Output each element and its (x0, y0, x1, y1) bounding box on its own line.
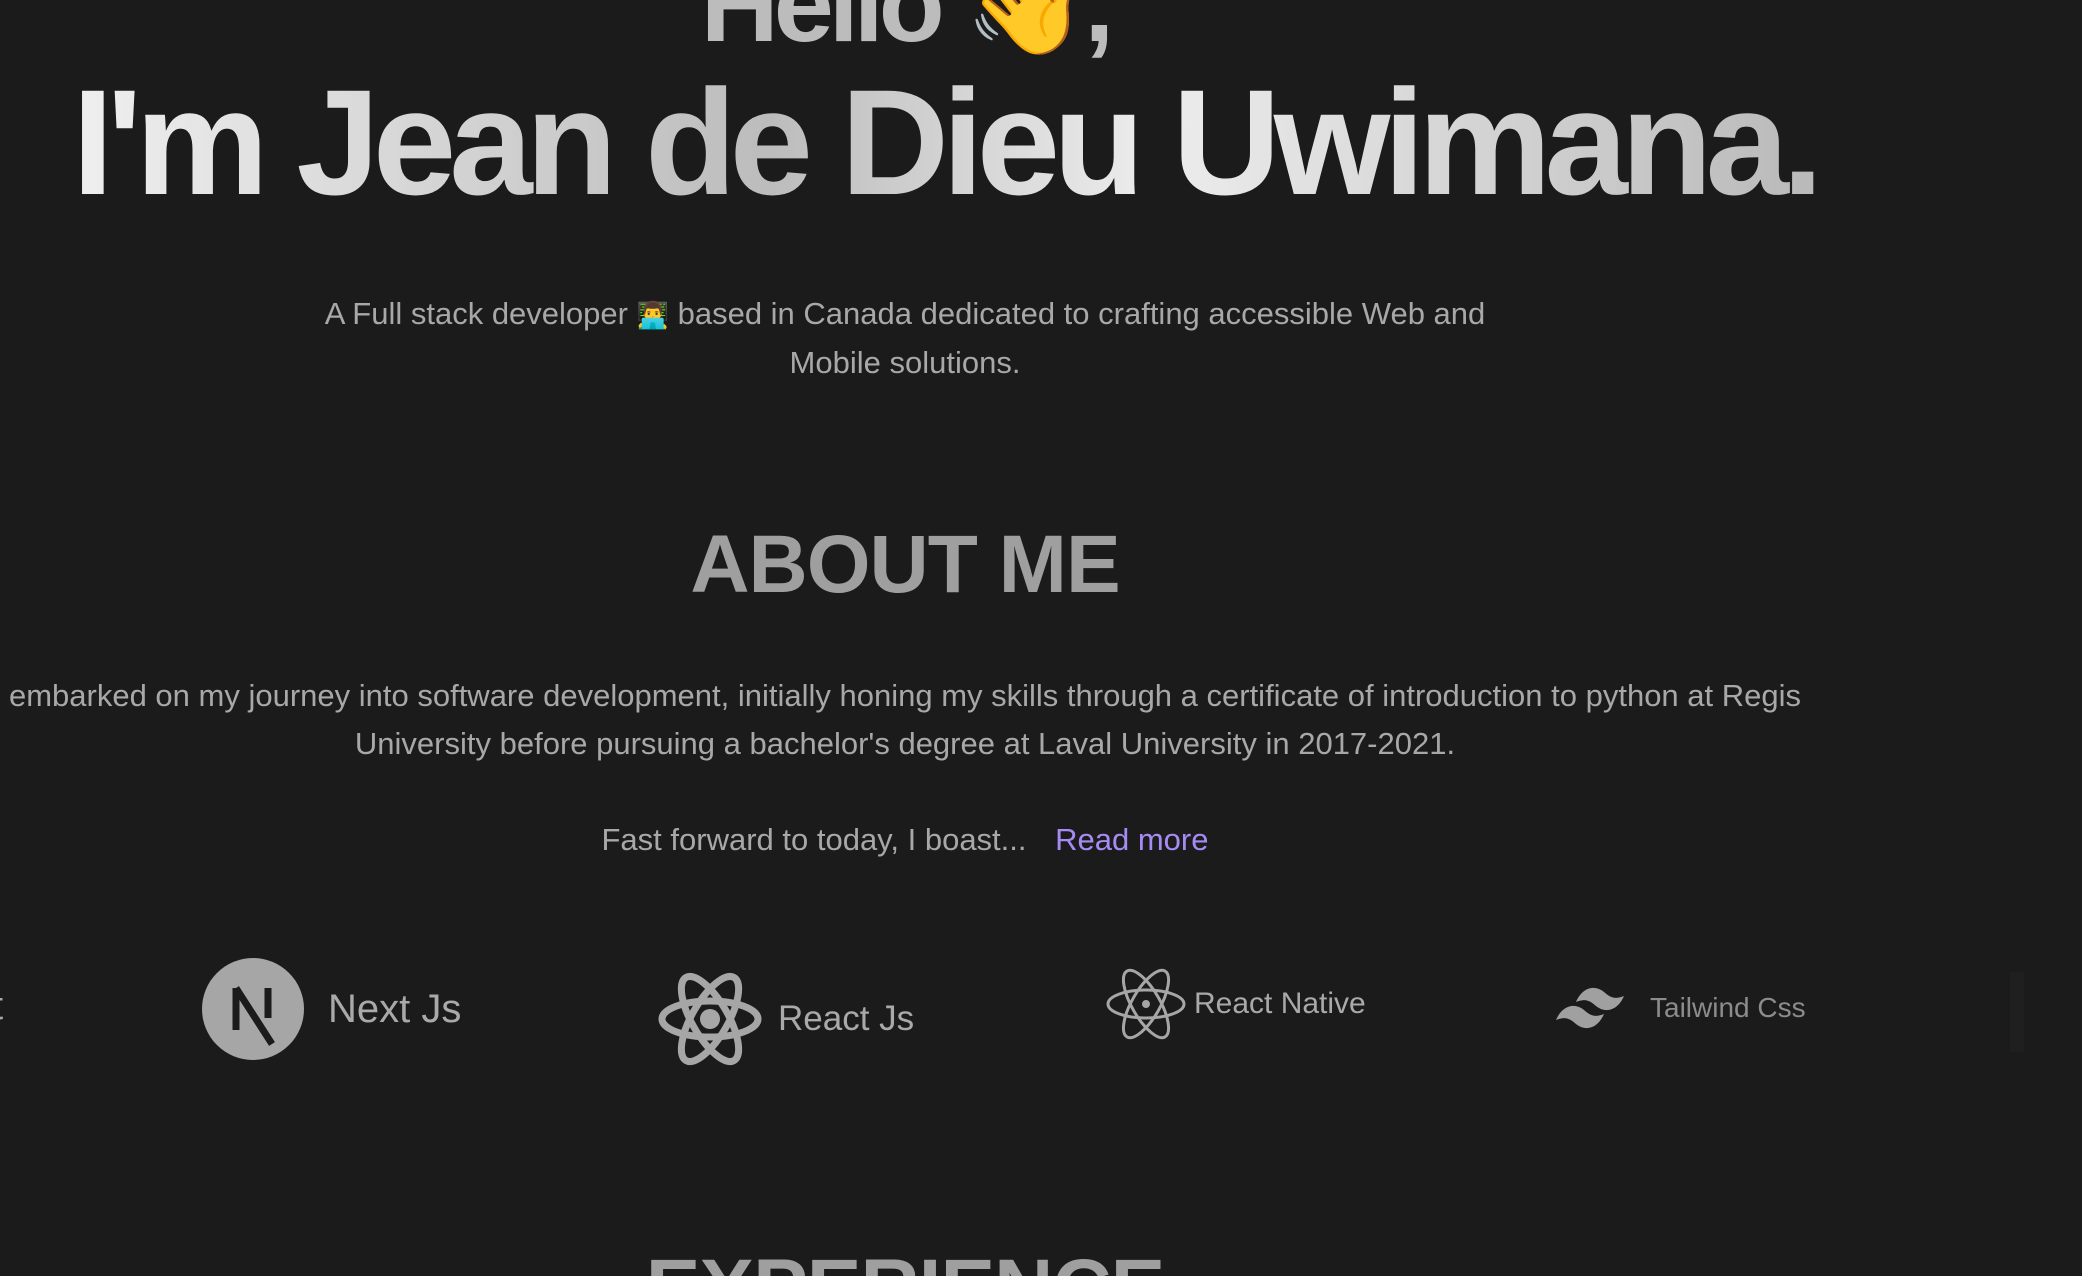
tech-item-react-native: React Native (1104, 966, 1366, 1042)
greeting-comma: , (1084, 0, 1114, 64)
developer-icon: 👨‍💻 (636, 300, 669, 330)
tech-label: React Js (778, 999, 915, 1038)
greeting-text: Hello (700, 0, 945, 64)
nextjs-icon (202, 958, 304, 1060)
tech-label: React Native (1194, 987, 1366, 1020)
tech-item-nextjs: Next Js (202, 958, 461, 1060)
teaser-text: Fast forward to today, I boast... (601, 822, 1027, 857)
about-teaser: Fast forward to today, I boast... Read m… (0, 816, 1810, 864)
intro-text-start: A Full stack developer (324, 296, 628, 331)
react-icon (658, 972, 762, 1066)
hero-greeting: Hello 👋, (0, 0, 1810, 60)
intro-text-end: based in Canada dedicated to crafting ac… (677, 296, 1486, 380)
tech-item-react: React Js (656, 970, 914, 1068)
portfolio-page: Hello 👋, I'm Jean de Dieu Uwimana. A Ful… (0, 0, 2082, 1276)
hero-name: I'm Jean de Dieu Uwimana. (72, 58, 1824, 226)
read-more-link[interactable]: Read more (1055, 822, 1208, 857)
tailwind-icon (1556, 987, 1624, 1029)
tech-item-tailwind: Tailwind Css (1554, 982, 1806, 1034)
tech-item-partial-label: t (0, 984, 3, 1029)
about-paragraph: embarked on my journey into software dev… (8, 678, 1802, 761)
intro-text: A Full stack developer 👨‍💻 based in Cana… (300, 290, 1510, 387)
react-native-icon (1106, 968, 1186, 1040)
carousel-edge (2010, 972, 2024, 1052)
waving-hand-icon: 👋 (964, 0, 1089, 60)
tech-label: Next Js (328, 986, 462, 1031)
experience-heading: EXPERIENCE (0, 1244, 1810, 1276)
about-heading: ABOUT ME (690, 519, 1120, 610)
tech-label: Tailwind Css (1650, 992, 1806, 1023)
